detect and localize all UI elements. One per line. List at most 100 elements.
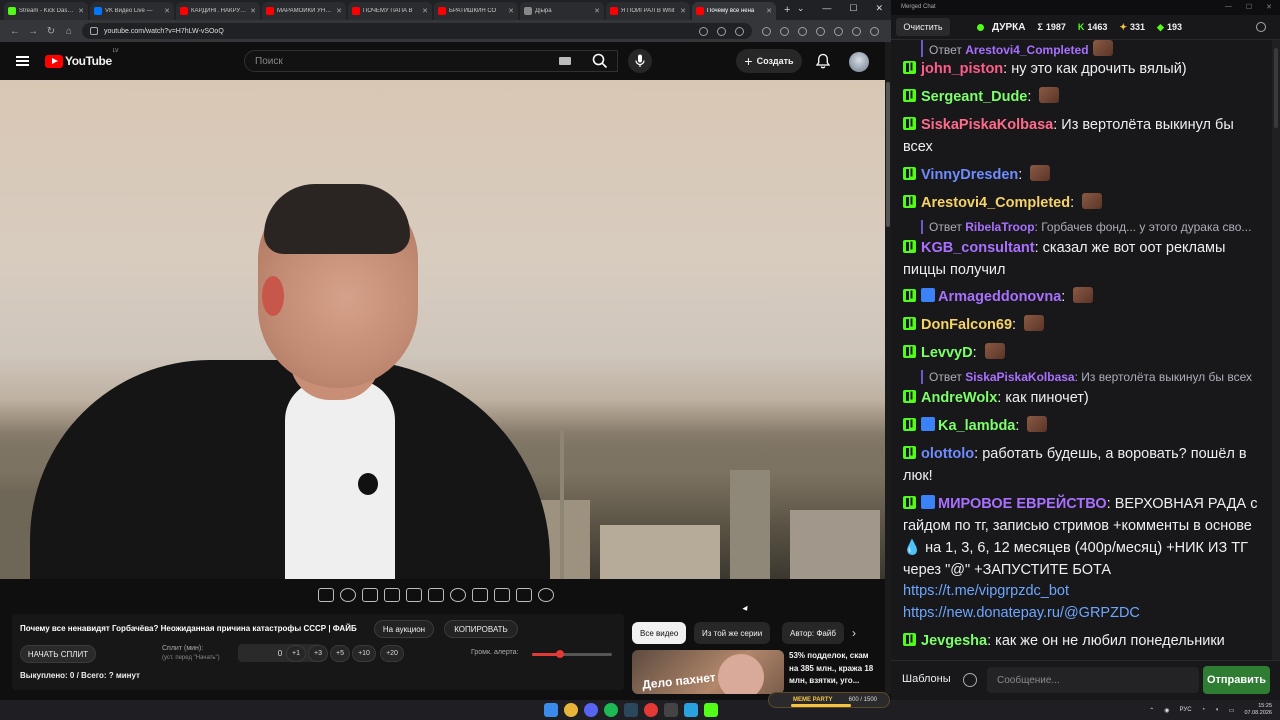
browser-tab[interactable]: Я ПОИГРАЛ В Whit ✕ — [606, 2, 690, 20]
notifications-button[interactable] — [814, 52, 832, 70]
bookmark-star-icon[interactable] — [735, 26, 744, 36]
clapper-icon[interactable] — [384, 588, 400, 602]
kick-icon[interactable] — [704, 703, 718, 717]
address-bar[interactable]: youtube.com/watch?v=H7hLW-vSOoQ — [82, 23, 752, 39]
close-icon[interactable]: ✕ — [164, 7, 170, 15]
chat-username[interactable]: KGB_consultant — [921, 240, 1035, 256]
reply-user[interactable]: Arestovi4_Completed — [965, 43, 1088, 57]
close-icon[interactable]: ✕ — [766, 7, 772, 15]
video-player[interactable] — [0, 80, 885, 579]
gear-icon[interactable] — [1256, 22, 1266, 32]
templates-button[interactable]: Шаблоны — [902, 673, 951, 685]
chat-username[interactable]: Arestovi4_Completed — [921, 195, 1070, 211]
add-icon[interactable] — [472, 588, 488, 602]
reload-icon[interactable]: ↻ — [42, 26, 60, 37]
slider-knob[interactable] — [556, 650, 564, 658]
chat-username[interactable]: john_piston — [921, 61, 1003, 77]
site-info-icon[interactable] — [90, 27, 98, 35]
cast-icon[interactable] — [717, 26, 726, 36]
browser-tab[interactable]: КАРДИНГ. НАКРУТКА ✕ — [176, 2, 260, 20]
scrollbar-thumb[interactable] — [886, 82, 890, 227]
extension-icon[interactable] — [780, 26, 789, 36]
volume-icon[interactable]: ◖ — [1215, 707, 1219, 713]
emoji-icon[interactable] — [963, 673, 977, 687]
chat-username[interactable]: Sergeant_Dude — [921, 89, 1027, 105]
reply-user[interactable]: SiskaPiskaKolbasa — [965, 370, 1074, 384]
chat-username[interactable]: VinnyDresden — [921, 167, 1018, 183]
chat-scrollbar[interactable] — [1272, 40, 1280, 660]
chat-username[interactable]: DonFalcon69 — [921, 317, 1012, 333]
close-icon[interactable]: ✕ — [508, 7, 514, 15]
forward-icon[interactable]: → — [24, 26, 42, 37]
gear-icon[interactable] — [538, 588, 554, 602]
chat-username[interactable]: Armageddonovna — [938, 289, 1061, 305]
chrome-icon[interactable] — [564, 703, 578, 717]
kebab-menu-icon[interactable] — [870, 26, 879, 36]
new-tab-icon[interactable]: + — [784, 4, 790, 16]
browser-tab[interactable]: МАРАМОЙКИ УНИЖ ✕ — [262, 2, 346, 20]
increment-button[interactable]: +20 — [380, 645, 404, 662]
battery-icon[interactable]: ▭ — [1229, 707, 1235, 714]
avatar[interactable] — [849, 52, 869, 72]
send-button[interactable]: Отправить — [1203, 666, 1270, 694]
chip-author[interactable]: Автор: Файб — [782, 622, 844, 644]
chat-username[interactable]: AndreWolx — [921, 390, 997, 406]
chip-all-videos[interactable]: Все видео — [632, 622, 687, 644]
close-icon[interactable]: ✕ — [875, 3, 883, 14]
recommended-video-thumbnail[interactable]: Дело пахнет — [632, 650, 784, 694]
close-icon[interactable]: ✕ — [336, 7, 342, 15]
browser-tab[interactable]: БРАТИШКИН СО ✕ — [434, 2, 518, 20]
increment-button[interactable]: +1 — [286, 645, 306, 662]
discord-icon[interactable] — [584, 703, 598, 717]
increment-button[interactable]: +3 — [308, 645, 328, 662]
maximize-icon[interactable]: ☐ — [849, 3, 857, 14]
start-split-button[interactable]: НАЧАТЬ СПЛИТ — [20, 645, 96, 663]
scrollbar-thumb[interactable] — [1274, 48, 1278, 128]
chevron-up-icon[interactable]: ⌃ — [1149, 707, 1154, 714]
alert-volume-slider[interactable] — [532, 650, 612, 658]
keyboard-icon[interactable] — [559, 57, 571, 65]
close-icon[interactable]: ✕ — [250, 7, 256, 15]
speed-icon[interactable] — [450, 588, 466, 602]
maximize-icon[interactable]: ☐ — [1246, 3, 1252, 11]
increment-button[interactable]: +5 — [330, 645, 350, 662]
telegram-icon[interactable] — [684, 703, 698, 717]
close-icon[interactable]: ✕ — [680, 7, 686, 15]
loop-icon[interactable] — [318, 588, 334, 602]
obs-icon[interactable] — [644, 703, 658, 717]
steam-icon[interactable] — [624, 703, 638, 717]
chat-link[interactable]: https://new.donatepay.ru/@GRPZDC — [903, 602, 1263, 624]
windows-start-icon[interactable] — [544, 703, 558, 717]
chat-link[interactable]: https://t.me/vipgrpzdc_bot — [903, 580, 1263, 602]
browser-tab-active[interactable]: Почему все нена ✕ — [692, 2, 776, 20]
browser-tab[interactable]: ПОЧЕМУ ПАПА В ✕ — [348, 2, 432, 20]
download-icon[interactable] — [834, 26, 843, 36]
flask-icon[interactable] — [516, 588, 532, 602]
browser-tab[interactable]: Д|ыра ✕ — [520, 2, 604, 20]
close-icon[interactable]: ✕ — [594, 7, 600, 15]
minimize-icon[interactable]: — — [822, 3, 831, 14]
chat-username[interactable]: Jevgesha — [921, 633, 987, 649]
zoom-icon[interactable] — [699, 26, 708, 36]
close-icon[interactable]: ✕ — [422, 7, 428, 15]
back-icon[interactable]: ← — [6, 26, 24, 37]
chat-username[interactable]: Ka_lambda — [938, 418, 1015, 434]
close-icon[interactable]: ✕ — [78, 7, 84, 15]
app-icon[interactable] — [664, 703, 678, 717]
hamburger-menu-icon[interactable] — [16, 56, 29, 66]
chat-username[interactable]: SiskaPiskaKolbasa — [921, 117, 1053, 133]
spotify-icon[interactable] — [604, 703, 618, 717]
chip-same-series[interactable]: Из той же серии — [694, 622, 771, 644]
increment-button[interactable]: +10 — [352, 645, 376, 662]
extension-icon[interactable] — [762, 26, 771, 36]
copy-button[interactable]: КОПИРОВАТЬ — [444, 620, 518, 638]
chat-username[interactable]: LevvyD — [921, 345, 973, 361]
chat-username[interactable]: МИРОВОЕ ЕВРЕЙСТВО — [938, 496, 1107, 512]
recommended-video-title[interactable]: 53% подделок, скам на 385 млн., кража 18… — [789, 650, 879, 688]
chevron-down-icon[interactable]: ⌄ — [797, 3, 805, 14]
minimize-icon[interactable]: — — [1225, 3, 1232, 11]
picture-in-picture-icon[interactable] — [406, 588, 422, 602]
extension-icon[interactable] — [816, 26, 825, 36]
reply-user[interactable]: RibelaTroop — [965, 220, 1034, 234]
subtitles-icon[interactable] — [362, 588, 378, 602]
